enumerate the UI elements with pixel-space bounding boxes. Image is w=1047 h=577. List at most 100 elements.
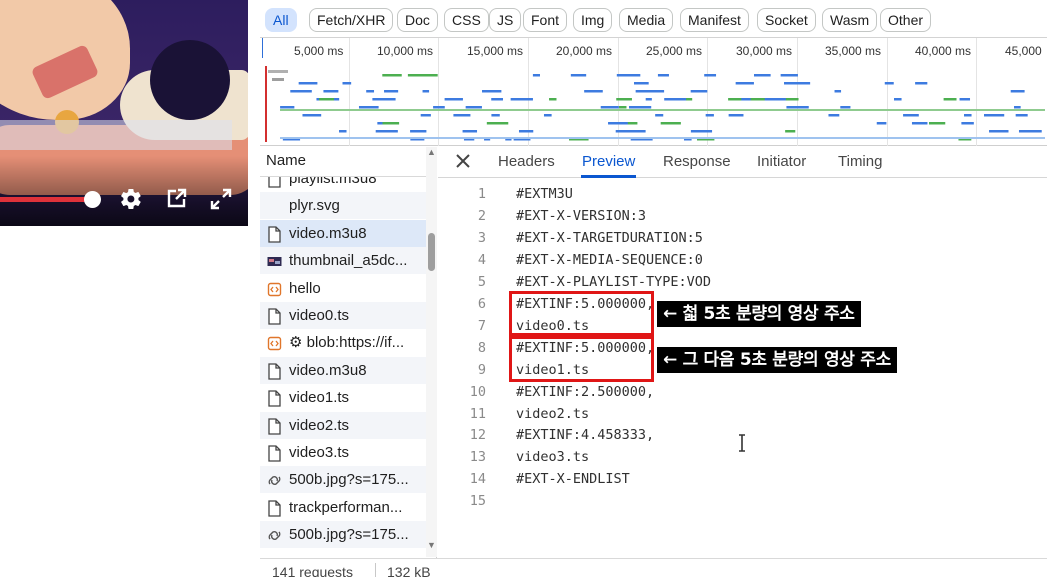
overview-bar xyxy=(444,98,463,101)
line-number: 12 xyxy=(469,427,486,444)
filter-chip-all[interactable]: All xyxy=(265,8,297,32)
code-text: #EXT-X-PLAYLIST-TYPE:VOD xyxy=(516,273,712,290)
close-icon[interactable] xyxy=(454,152,472,170)
filter-chip-other[interactable]: Other xyxy=(880,8,932,32)
overview-bar xyxy=(690,90,703,93)
request-row[interactable]: playlist.m3u8 xyxy=(260,177,426,192)
filter-chip-manifest[interactable]: Manifest xyxy=(680,8,749,32)
line-number: 14 xyxy=(469,471,486,488)
dom-content-marker xyxy=(262,38,263,58)
overview-bar xyxy=(358,106,379,109)
request-row[interactable]: video1.ts xyxy=(260,384,426,411)
filter-chip-js[interactable]: JS xyxy=(489,8,522,32)
overview-bar xyxy=(943,98,957,101)
overview-bar xyxy=(384,90,399,93)
code-line: 4 #EXT-X-MEDIA-SEQUENCE:0 xyxy=(438,249,1038,271)
request-name: plyr.svg xyxy=(289,197,340,215)
video-progress-handle[interactable] xyxy=(84,191,101,208)
filter-chip-wasm[interactable]: Wasm xyxy=(822,8,878,32)
tab-initiator[interactable]: Initiator xyxy=(756,147,807,178)
overview-bar xyxy=(1015,114,1028,117)
overview-bar xyxy=(584,90,591,93)
filter-chip-font[interactable]: Font xyxy=(523,8,568,32)
request-row[interactable]: video2.ts xyxy=(260,411,426,439)
request-row[interactable]: video.m3u8 xyxy=(260,356,426,384)
request-row[interactable]: plyr.svg xyxy=(260,192,426,220)
overview-bar xyxy=(280,137,1045,139)
overview-bar xyxy=(834,90,842,93)
overview-bar xyxy=(764,98,786,101)
tab-response[interactable]: Response xyxy=(662,147,732,178)
video-player[interactable] xyxy=(0,0,248,226)
video-progress-bar[interactable] xyxy=(0,197,92,202)
scrollbar-thumb[interactable] xyxy=(428,233,435,271)
filter-chip-socket[interactable]: Socket xyxy=(757,8,816,32)
line-number: 15 xyxy=(469,493,486,510)
scroll-up-arrow-icon[interactable]: ▲ xyxy=(427,147,437,157)
document-icon xyxy=(267,389,282,407)
request-list-panel: Name playlist.m3u8 plyr.svg video.m3u8 thum… xyxy=(260,147,437,577)
code-line: 11 video2.ts xyxy=(438,403,1038,425)
overview-bar xyxy=(784,82,803,85)
fullscreen-icon[interactable] xyxy=(209,187,233,211)
request-row[interactable]: 500b.jpg?s=175... xyxy=(260,521,426,549)
tab-timing[interactable]: Timing xyxy=(837,147,883,178)
request-list-scrollbar[interactable]: ▲ ▼ xyxy=(426,147,437,557)
overview-bar xyxy=(323,90,339,93)
overview-bar xyxy=(840,106,851,109)
overview-bar xyxy=(959,98,971,101)
request-name: video.m3u8 xyxy=(289,224,367,242)
overview-bar xyxy=(629,106,652,109)
request-row[interactable]: ⚙ blob:https://if... xyxy=(260,329,426,356)
request-row[interactable]: video0.ts xyxy=(260,302,426,329)
overview-bar xyxy=(372,98,396,101)
line-number: 6 xyxy=(477,295,486,312)
code-text: #EXT-X-ENDLIST xyxy=(516,471,630,488)
network-status-bar: 141 requests 132 kB xyxy=(260,558,1047,577)
document-icon xyxy=(267,362,282,380)
tab-headers[interactable]: Headers xyxy=(497,147,556,178)
filter-chip-fetch-xhr[interactable]: Fetch/XHR xyxy=(309,8,394,32)
filter-chip-doc[interactable]: Doc xyxy=(397,8,438,32)
filter-chip-img[interactable]: Img xyxy=(573,8,613,32)
scroll-down-arrow-icon[interactable]: ▼ xyxy=(427,540,437,550)
network-overview-timeline[interactable]: 5,000 ms 10,000 ms 15,000 ms 20,000 ms 2… xyxy=(260,38,1047,146)
overview-bar xyxy=(704,74,717,77)
code-line: 5 #EXT-X-PLAYLIST-TYPE:VOD xyxy=(438,271,1038,293)
overview-bar xyxy=(433,106,445,109)
filter-chip-css[interactable]: CSS xyxy=(444,8,489,32)
name-column-header[interactable]: Name xyxy=(260,147,426,177)
load-event-marker xyxy=(265,66,267,142)
overview-request-bars xyxy=(262,38,1045,142)
request-row[interactable]: hello xyxy=(260,275,426,302)
request-name: 500b.jpg?s=175... xyxy=(289,471,409,489)
settings-gear-icon[interactable] xyxy=(119,187,143,211)
overview-bar xyxy=(1014,106,1021,109)
request-name: video1.ts xyxy=(289,389,350,407)
overview-bar xyxy=(728,114,744,117)
overview-bar xyxy=(422,90,430,93)
request-row[interactable]: thumbnail_a5dc... xyxy=(260,247,426,275)
overview-bar xyxy=(375,130,398,133)
line-number: 10 xyxy=(469,383,486,400)
request-row[interactable]: video3.ts xyxy=(260,439,426,466)
request-row[interactable]: 500b.jpg?s=175... xyxy=(260,466,426,494)
overview-bar xyxy=(342,82,352,85)
request-row[interactable]: trackperforman... xyxy=(260,494,426,521)
annotation-second-segment: ← 그 다음 5초 분량의 영상 주소 xyxy=(657,347,897,373)
request-name: video2.ts xyxy=(289,416,350,434)
tab-preview[interactable]: Preview xyxy=(581,147,637,178)
overview-bar xyxy=(911,122,928,125)
request-row[interactable]: video.m3u8 xyxy=(260,219,426,247)
overview-bar xyxy=(645,98,652,101)
line-number: 8 xyxy=(477,339,486,356)
overview-bar xyxy=(518,130,534,133)
overview-bar xyxy=(616,98,632,101)
overview-bar xyxy=(928,122,946,125)
filter-chip-media[interactable]: Media xyxy=(619,8,674,32)
code-line: 14 #EXT-X-ENDLIST xyxy=(438,468,1038,490)
request-name: trackperforman... xyxy=(289,498,403,516)
open-external-icon[interactable] xyxy=(164,187,188,211)
overview-bar xyxy=(339,130,347,133)
overview-bar xyxy=(272,78,284,81)
